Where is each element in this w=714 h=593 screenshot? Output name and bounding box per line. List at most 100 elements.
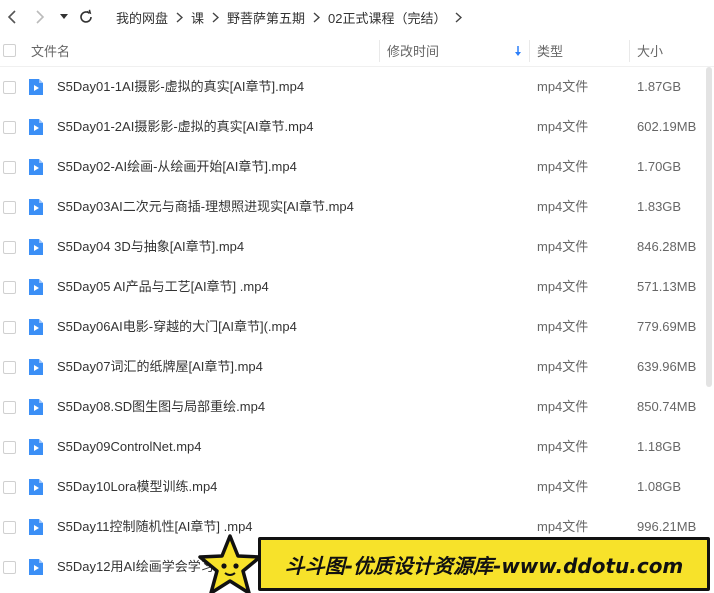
- video-file-icon: [29, 79, 43, 95]
- chevron-right-icon: [212, 11, 220, 23]
- file-row[interactable]: S5Day06AI电影-穿越的大门[AI章节](.mp4 mp4文件 779.6…: [0, 307, 714, 347]
- file-type: mp4文件: [537, 439, 589, 454]
- row-checkbox[interactable]: [3, 81, 16, 94]
- file-row[interactable]: S5Day01-2AI摄影影-虚拟的真实[AI章节.mp4 mp4文件 602.…: [0, 107, 714, 147]
- chevron-right-icon: [176, 11, 184, 23]
- file-type: mp4文件: [537, 239, 589, 254]
- column-divider[interactable]: [529, 40, 530, 62]
- chevron-right-icon: [455, 11, 462, 23]
- file-size: 1.08GB: [637, 479, 682, 494]
- sort-down-arrow-icon[interactable]: [514, 34, 522, 67]
- file-size: 602.19MB: [637, 119, 697, 134]
- file-type: mp4文件: [537, 479, 589, 494]
- file-row[interactable]: S5Day03AI二次元与商插-理想照进现实[AI章节.mp4 mp4文件 1.…: [0, 187, 714, 227]
- row-checkbox[interactable]: [3, 241, 16, 254]
- column-divider[interactable]: [379, 40, 380, 62]
- file-row[interactable]: S5Day09ControlNet.mp4 mp4文件 1.18GB: [0, 427, 714, 467]
- file-name: S5Day01-2AI摄影影-虚拟的真实[AI章节.mp4: [57, 119, 314, 134]
- file-name: S5Day03AI二次元与商插-理想照进现实[AI章节.mp4: [57, 199, 354, 214]
- row-checkbox[interactable]: [3, 281, 16, 294]
- row-checkbox[interactable]: [3, 521, 16, 534]
- file-type: mp4文件: [537, 279, 589, 294]
- video-file-icon: [29, 159, 43, 175]
- column-type-header[interactable]: 类型: [537, 34, 563, 67]
- file-size: 571.13MB: [637, 279, 697, 294]
- row-checkbox[interactable]: [3, 481, 16, 494]
- file-size: 1.87GB: [637, 79, 682, 94]
- file-size: 1.83GB: [637, 199, 682, 214]
- chevron-left-icon: [7, 10, 16, 24]
- file-name: S5Day05 AI产品与工艺[AI章节] .mp4: [57, 279, 269, 294]
- file-size: 639.96MB: [637, 359, 697, 374]
- row-checkbox[interactable]: [3, 361, 16, 374]
- chevron-right-icon: [36, 10, 45, 24]
- row-checkbox[interactable]: [3, 441, 16, 454]
- breadcrumb-item[interactable]: 课: [191, 8, 204, 27]
- toolbar: 我的网盘 课 野菩萨第五期 02正式课程（完结）: [0, 0, 714, 34]
- file-row[interactable]: S5Day02-AI绘画-从绘画开始[AI章节].mp4 mp4文件 1.70G…: [0, 147, 714, 187]
- file-type: mp4文件: [537, 79, 589, 94]
- column-name-header[interactable]: 文件名: [31, 34, 70, 67]
- file-size: 850.74MB: [637, 399, 697, 414]
- breadcrumb-item[interactable]: 我的网盘: [116, 8, 168, 27]
- video-file-icon: [29, 559, 43, 575]
- breadcrumb-item[interactable]: 野菩萨第五期: [227, 8, 305, 27]
- file-type: mp4文件: [537, 319, 589, 334]
- file-name: S5Day01-1AI摄影-虚拟的真实[AI章节].mp4: [57, 79, 305, 94]
- row-checkbox[interactable]: [3, 121, 16, 134]
- row-checkbox[interactable]: [3, 161, 16, 174]
- file-row[interactable]: S5Day04 3D与抽象[AI章节].mp4 mp4文件 846.28MB: [0, 227, 714, 267]
- file-name: S5Day06AI电影-穿越的大门[AI章节](.mp4: [57, 319, 297, 334]
- file-name: S5Day09ControlNet.mp4: [57, 439, 202, 454]
- caret-down-icon: [60, 14, 68, 19]
- file-name: S5Day04 3D与抽象[AI章节].mp4: [57, 239, 245, 254]
- row-checkbox[interactable]: [3, 561, 16, 574]
- row-checkbox[interactable]: [3, 401, 16, 414]
- file-type: mp4文件: [537, 359, 589, 374]
- row-checkbox[interactable]: [3, 201, 16, 214]
- video-file-icon: [29, 519, 43, 535]
- video-file-icon: [29, 199, 43, 215]
- video-file-icon: [29, 479, 43, 495]
- file-type: mp4文件: [537, 399, 589, 414]
- forward-button[interactable]: [30, 7, 50, 27]
- file-name: S5Day08.SD图生图与局部重绘.mp4: [57, 399, 266, 414]
- scrollbar-thumb[interactable]: [706, 67, 712, 387]
- back-button[interactable]: [2, 7, 22, 27]
- file-name: S5Day07词汇的纸牌屋[AI章节].mp4: [57, 359, 263, 374]
- file-name: S5Day10Lora模型训练.mp4: [57, 479, 218, 494]
- file-row[interactable]: S5Day07词汇的纸牌屋[AI章节].mp4 mp4文件 639.96MB: [0, 347, 714, 387]
- chevron-right-icon: [313, 11, 321, 23]
- video-file-icon: [29, 239, 43, 255]
- video-file-icon: [29, 399, 43, 415]
- watermark-banner: 斗斗图-优质设计资源库-www.ddotu.com: [258, 537, 710, 591]
- row-checkbox[interactable]: [3, 321, 16, 334]
- file-type: mp4文件: [537, 159, 589, 174]
- refresh-button[interactable]: [76, 7, 96, 27]
- video-file-icon: [29, 119, 43, 135]
- watermark-text: 斗斗图-优质设计资源库-www.ddotu.com: [284, 553, 684, 578]
- video-file-icon: [29, 439, 43, 455]
- column-divider[interactable]: [629, 40, 630, 62]
- video-file-icon: [29, 319, 43, 335]
- file-size: 1.70GB: [637, 159, 682, 174]
- vertical-scrollbar[interactable]: [705, 67, 713, 593]
- column-header: 文件名 修改时间 类型 大小: [0, 34, 714, 67]
- history-dropdown-button[interactable]: [54, 7, 74, 27]
- file-row[interactable]: S5Day01-1AI摄影-虚拟的真实[AI章节].mp4 mp4文件 1.87…: [0, 67, 714, 107]
- video-file-icon: [29, 359, 43, 375]
- video-file-icon: [29, 279, 43, 295]
- refresh-icon: [80, 9, 92, 23]
- breadcrumb-item-current[interactable]: 02正式课程（完结）: [328, 8, 446, 27]
- file-type: mp4文件: [537, 199, 589, 214]
- file-row[interactable]: S5Day05 AI产品与工艺[AI章节] .mp4 mp4文件 571.13M…: [0, 267, 714, 307]
- file-size: 1.18GB: [637, 439, 682, 454]
- column-size-header[interactable]: 大小: [637, 34, 663, 67]
- file-size: 846.28MB: [637, 239, 697, 254]
- file-size: 779.69MB: [637, 319, 697, 334]
- column-modified-header[interactable]: 修改时间: [387, 34, 439, 67]
- file-row[interactable]: S5Day08.SD图生图与局部重绘.mp4 mp4文件 850.74MB: [0, 387, 714, 427]
- file-row[interactable]: S5Day10Lora模型训练.mp4 mp4文件 1.08GB: [0, 467, 714, 507]
- select-all-checkbox[interactable]: [3, 44, 16, 57]
- file-name: S5Day02-AI绘画-从绘画开始[AI章节].mp4: [57, 159, 297, 174]
